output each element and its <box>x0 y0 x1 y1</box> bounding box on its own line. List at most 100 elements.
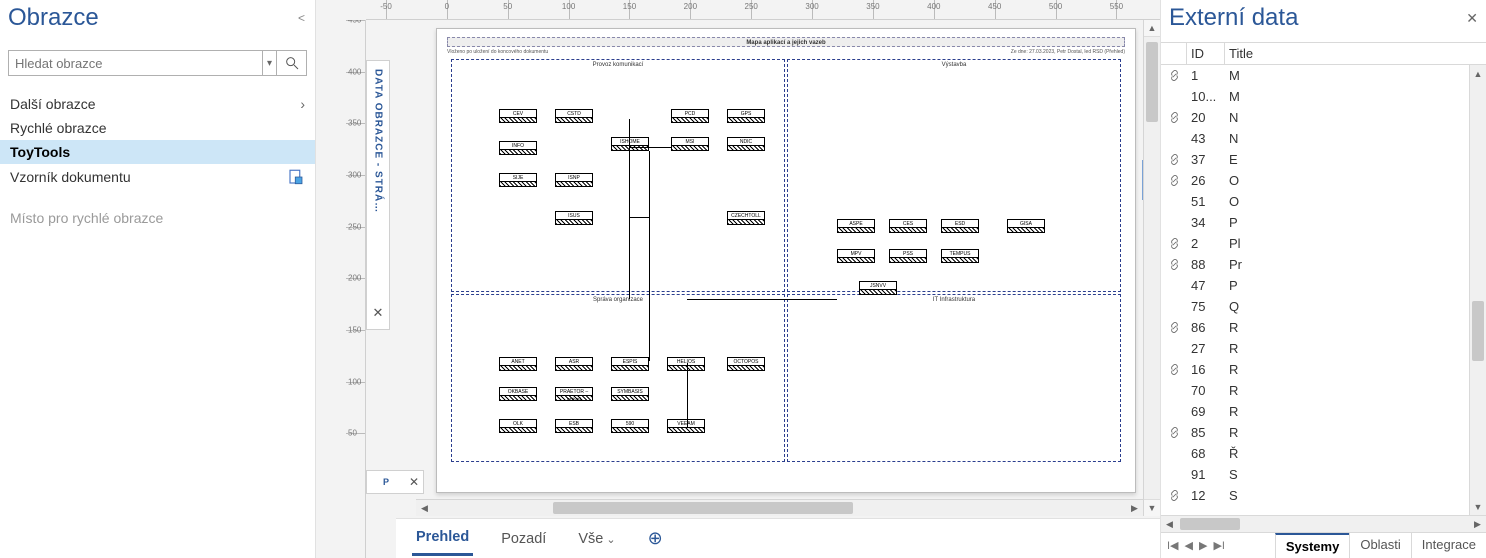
external-data-row[interactable]: 91S <box>1161 464 1486 485</box>
diagram-node[interactable]: INFO <box>499 141 537 155</box>
external-data-row[interactable]: 86R <box>1161 317 1486 338</box>
external-data-row[interactable]: 34P <box>1161 212 1486 233</box>
diagram-node[interactable]: OKBASE <box>499 387 537 401</box>
external-data-scrollbar-horizontal[interactable]: ◀ ▶ <box>1161 515 1486 532</box>
external-data-row[interactable]: 47P <box>1161 275 1486 296</box>
external-data-row[interactable]: 75Q <box>1161 296 1486 317</box>
diagram-node[interactable]: ISHOME <box>611 137 649 151</box>
shapes-category-item[interactable]: Další obrazce <box>0 92 315 116</box>
external-data-row[interactable]: 85R <box>1161 422 1486 443</box>
shape-data-side-tab[interactable]: DATA OBRAZCE - STRÁ… ✕ <box>366 60 390 330</box>
external-data-row[interactable]: 26O <box>1161 170 1486 191</box>
diagram-node[interactable]: HELIOS <box>667 357 705 371</box>
external-data-row[interactable]: 37E <box>1161 149 1486 170</box>
external-data-row[interactable]: 20N <box>1161 107 1486 128</box>
ruler-vertical[interactable]: 45040035030025020015010050 <box>346 20 366 558</box>
nav-prev-icon[interactable]: ◀ <box>1183 539 1195 552</box>
external-data-tab[interactable]: Oblasti <box>1349 533 1410 558</box>
nav-last-icon[interactable]: ▶І <box>1211 539 1227 552</box>
diagram-node[interactable]: TEMPUS <box>941 249 979 263</box>
column-header-id[interactable]: ID <box>1187 43 1225 64</box>
nav-next-icon[interactable]: ▶ <box>1197 539 1209 552</box>
external-data-close[interactable]: ✕ <box>1466 10 1478 27</box>
diagram-node[interactable]: ESD <box>941 219 979 233</box>
diagram-node[interactable]: 590 <box>611 419 649 433</box>
scroll-thumb-vertical[interactable] <box>1146 42 1158 122</box>
scroll-down-icon[interactable]: ▼ <box>1144 499 1160 516</box>
diagram-node[interactable]: MPV <box>837 249 875 263</box>
diagram-node[interactable]: JSNVV <box>859 281 897 295</box>
diagram-node[interactable]: NDIC <box>727 137 765 151</box>
external-data-row[interactable]: 69R <box>1161 401 1486 422</box>
mini-side-tab-close[interactable]: ✕ <box>405 475 423 489</box>
shapes-search-dropdown[interactable]: ▾ <box>263 50 277 76</box>
scroll-right-icon[interactable]: ▶ <box>1469 516 1486 532</box>
diagram-node[interactable]: CEV <box>499 109 537 123</box>
scroll-left-icon[interactable]: ◀ <box>416 503 433 514</box>
diagram-zone[interactable]: IT Infrastruktura <box>787 294 1121 462</box>
canvas-scrollbar-horizontal[interactable]: ◀ ▶ <box>416 499 1143 516</box>
scroll-up-icon[interactable]: ▲ <box>1144 20 1160 37</box>
scroll-right-icon[interactable]: ▶ <box>1126 503 1143 514</box>
diagram-node[interactable]: PCD <box>671 109 709 123</box>
ruler-horizontal[interactable]: -50050100150200250300350400450500550 <box>366 0 1160 20</box>
diagram-node[interactable]: CSTD <box>555 109 593 123</box>
external-data-row[interactable]: 43N <box>1161 128 1486 149</box>
external-data-scrollbar-vertical[interactable]: ▲ ▼ <box>1469 65 1486 515</box>
scroll-up-icon[interactable]: ▲ <box>1470 65 1486 82</box>
scroll-thumb-horizontal[interactable] <box>553 502 853 514</box>
shapes-category-item[interactable]: Rychlé obrazce <box>0 116 315 140</box>
external-data-tab[interactable]: Systemy <box>1275 533 1349 558</box>
canvas-viewport[interactable]: DATA OBRAZCE - STRÁ… ✕ P ✕ Mapa aplikací… <box>366 20 1160 558</box>
diagram-node[interactable]: ISNP <box>555 173 593 187</box>
shapes-panel-collapse[interactable]: < <box>298 11 305 25</box>
diagram-node[interactable]: ASR <box>555 357 593 371</box>
diagram-node[interactable]: PSS <box>889 249 927 263</box>
external-data-row[interactable]: 1M <box>1161 65 1486 86</box>
diagram-node[interactable]: SYMBASIS <box>611 387 649 401</box>
external-data-row[interactable]: 51O <box>1161 191 1486 212</box>
diagram-node[interactable]: VEEAM <box>667 419 705 433</box>
external-data-row[interactable]: 27R <box>1161 338 1486 359</box>
diagram-connector[interactable] <box>629 147 671 148</box>
scroll-left-icon[interactable]: ◀ <box>1161 516 1178 532</box>
diagram-node[interactable]: MSI <box>671 137 709 151</box>
diagram-node[interactable]: CZECHTOLL <box>727 211 765 225</box>
external-data-sheet-nav[interactable]: І◀ ◀ ▶ ▶І <box>1161 533 1231 558</box>
diagram-node[interactable]: ESB <box>555 419 593 433</box>
diagram-node[interactable]: ESPIS <box>611 357 649 371</box>
diagram-connector[interactable] <box>687 299 837 300</box>
external-data-tab[interactable]: Integrace <box>1411 533 1486 558</box>
diagram-node[interactable]: ASPE <box>837 219 875 233</box>
external-data-row[interactable]: 12S <box>1161 485 1486 506</box>
shape-data-side-tab-close[interactable]: ✕ <box>373 305 384 321</box>
page-tab[interactable]: Prehled <box>412 521 473 556</box>
diagram-node[interactable]: ANET <box>499 357 537 371</box>
canvas-scrollbar-vertical[interactable]: ▲ ▼ <box>1143 20 1160 516</box>
diagram-connector[interactable] <box>629 119 630 299</box>
shapes-search-input[interactable] <box>8 50 263 76</box>
scroll-thumb-vertical[interactable] <box>1472 301 1484 361</box>
shapes-category-item[interactable]: Vzorník dokumentu <box>0 164 315 190</box>
diagram-node[interactable]: OCTOPOS <box>727 357 765 371</box>
nav-first-icon[interactable]: І◀ <box>1165 539 1181 552</box>
shapes-search-button[interactable] <box>277 50 307 76</box>
diagram-node[interactable]: GPS <box>727 109 765 123</box>
diagram-node[interactable]: ISUS <box>555 211 593 225</box>
diagram-node[interactable]: SIJE <box>499 173 537 187</box>
page-tab[interactable]: Pozadí <box>497 523 550 555</box>
page-tab-all[interactable]: Vše <box>574 523 619 555</box>
external-data-row[interactable]: 88Pr <box>1161 254 1486 275</box>
scroll-down-icon[interactable]: ▼ <box>1470 498 1486 515</box>
diagram-connector[interactable] <box>687 363 688 427</box>
shapes-category-item[interactable]: ToyTools <box>0 140 315 164</box>
diagram-node[interactable]: OLK <box>499 419 537 433</box>
drawing-page[interactable]: Mapa aplikací a jejich vazeb Vloženo po … <box>436 28 1136 493</box>
external-data-row[interactable]: 68Ř <box>1161 443 1486 464</box>
external-data-row[interactable]: 10...M <box>1161 86 1486 107</box>
external-data-row[interactable]: 70R <box>1161 380 1486 401</box>
diagram-node[interactable]: GISA <box>1007 219 1045 233</box>
external-data-row[interactable]: 16R <box>1161 359 1486 380</box>
diagram-connector[interactable] <box>649 151 650 361</box>
diagram-zone[interactable]: Správa organizace <box>451 294 785 462</box>
